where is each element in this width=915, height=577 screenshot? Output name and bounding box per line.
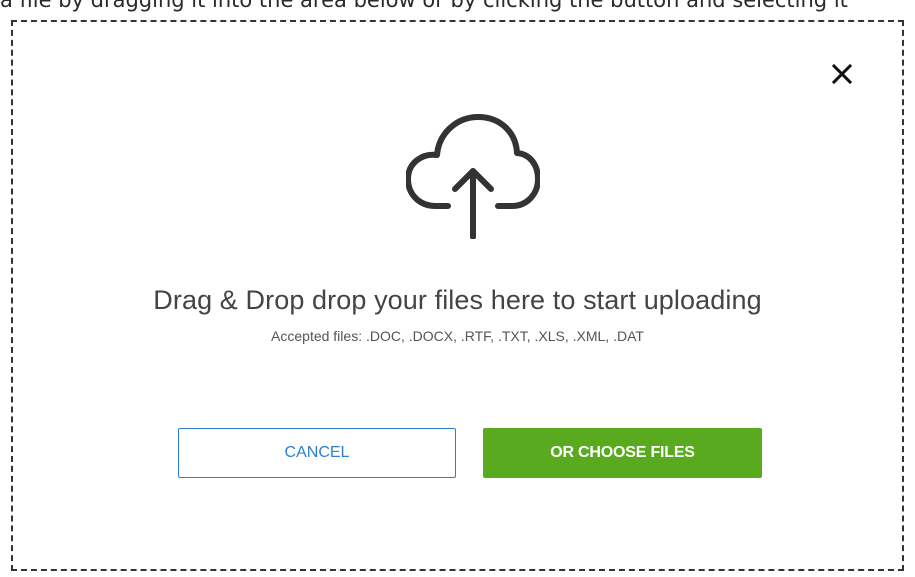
cloud-upload-icon	[406, 114, 540, 239]
close-button[interactable]	[830, 62, 854, 86]
choose-files-button[interactable]: OR CHOOSE FILES	[483, 428, 762, 478]
top-strip-cropped-text: a file by dragging it into the area belo…	[0, 0, 915, 18]
upload-dialog[interactable]: Drag & Drop drop your files here to star…	[11, 20, 904, 571]
instruction-text: a file by dragging it into the area belo…	[0, 0, 848, 12]
accepted-files-text: Accepted files: .DOC, .DOCX, .RTF, .TXT,…	[271, 328, 644, 344]
close-icon	[831, 63, 853, 85]
cancel-button[interactable]: CANCEL	[178, 428, 456, 478]
drop-zone-headline: Drag & Drop drop your files here to star…	[153, 285, 762, 315]
